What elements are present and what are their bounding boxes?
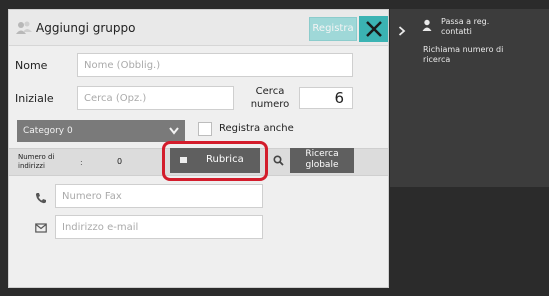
search-icon: [273, 155, 284, 166]
title-bar: Aggiungi gruppo Registra: [9, 10, 388, 46]
chevron-right-icon[interactable]: [398, 26, 406, 36]
fax-number-input[interactable]: Numero Fax: [55, 184, 263, 208]
name-input[interactable]: Nome (Obblig.): [77, 53, 353, 77]
name-label: Nome: [15, 59, 48, 72]
recall-search-number-link[interactable]: Richiama numero di ricerca: [423, 45, 533, 65]
initial-input[interactable]: Cerca (Opz.): [77, 86, 234, 110]
email-address-input[interactable]: Indirizzo e-mail: [55, 215, 263, 239]
address-count-colon: :: [80, 158, 83, 167]
close-icon: [366, 21, 382, 37]
register-also-label: Registra anche: [219, 123, 294, 134]
category-value: Category 0: [23, 126, 73, 136]
email-placeholder: Indirizzo e-mail: [62, 221, 139, 233]
address-count-value: 0: [117, 157, 123, 166]
initial-placeholder: Cerca (Opz.): [84, 92, 147, 104]
mail-icon: [35, 223, 47, 233]
user-icon: [422, 19, 432, 31]
add-group-panel: Aggiungi gruppo Registra Nome Nome (Obbl…: [8, 9, 389, 288]
goto-contacts-link[interactable]: Passa a reg. contatti: [441, 17, 511, 37]
page-title: Aggiungi gruppo: [36, 21, 136, 35]
screen: Aggiungi gruppo Registra Nome Nome (Obbl…: [0, 0, 549, 296]
phone-icon: [35, 193, 46, 204]
search-number-field[interactable]: 6: [299, 87, 353, 109]
initial-label: Iniziale: [15, 92, 54, 105]
rubrica-label: Rubrica: [206, 154, 244, 165]
chevron-down-icon: [169, 127, 179, 135]
group-icon: [15, 19, 33, 37]
register-button[interactable]: Registra: [309, 17, 357, 41]
rubrica-button[interactable]: Rubrica: [170, 148, 260, 173]
address-book-icon: [180, 157, 187, 163]
search-number-label: Cerca numero: [250, 86, 290, 110]
global-search-button[interactable]: Ricerca globale: [290, 148, 354, 173]
address-count-label: Numero di indirizzi: [18, 153, 55, 170]
register-also-checkbox[interactable]: [198, 122, 212, 136]
fax-placeholder: Numero Fax: [62, 190, 122, 202]
close-button[interactable]: [359, 16, 388, 42]
name-placeholder: Nome (Obblig.): [84, 59, 161, 71]
category-select[interactable]: Category 0: [17, 120, 185, 142]
